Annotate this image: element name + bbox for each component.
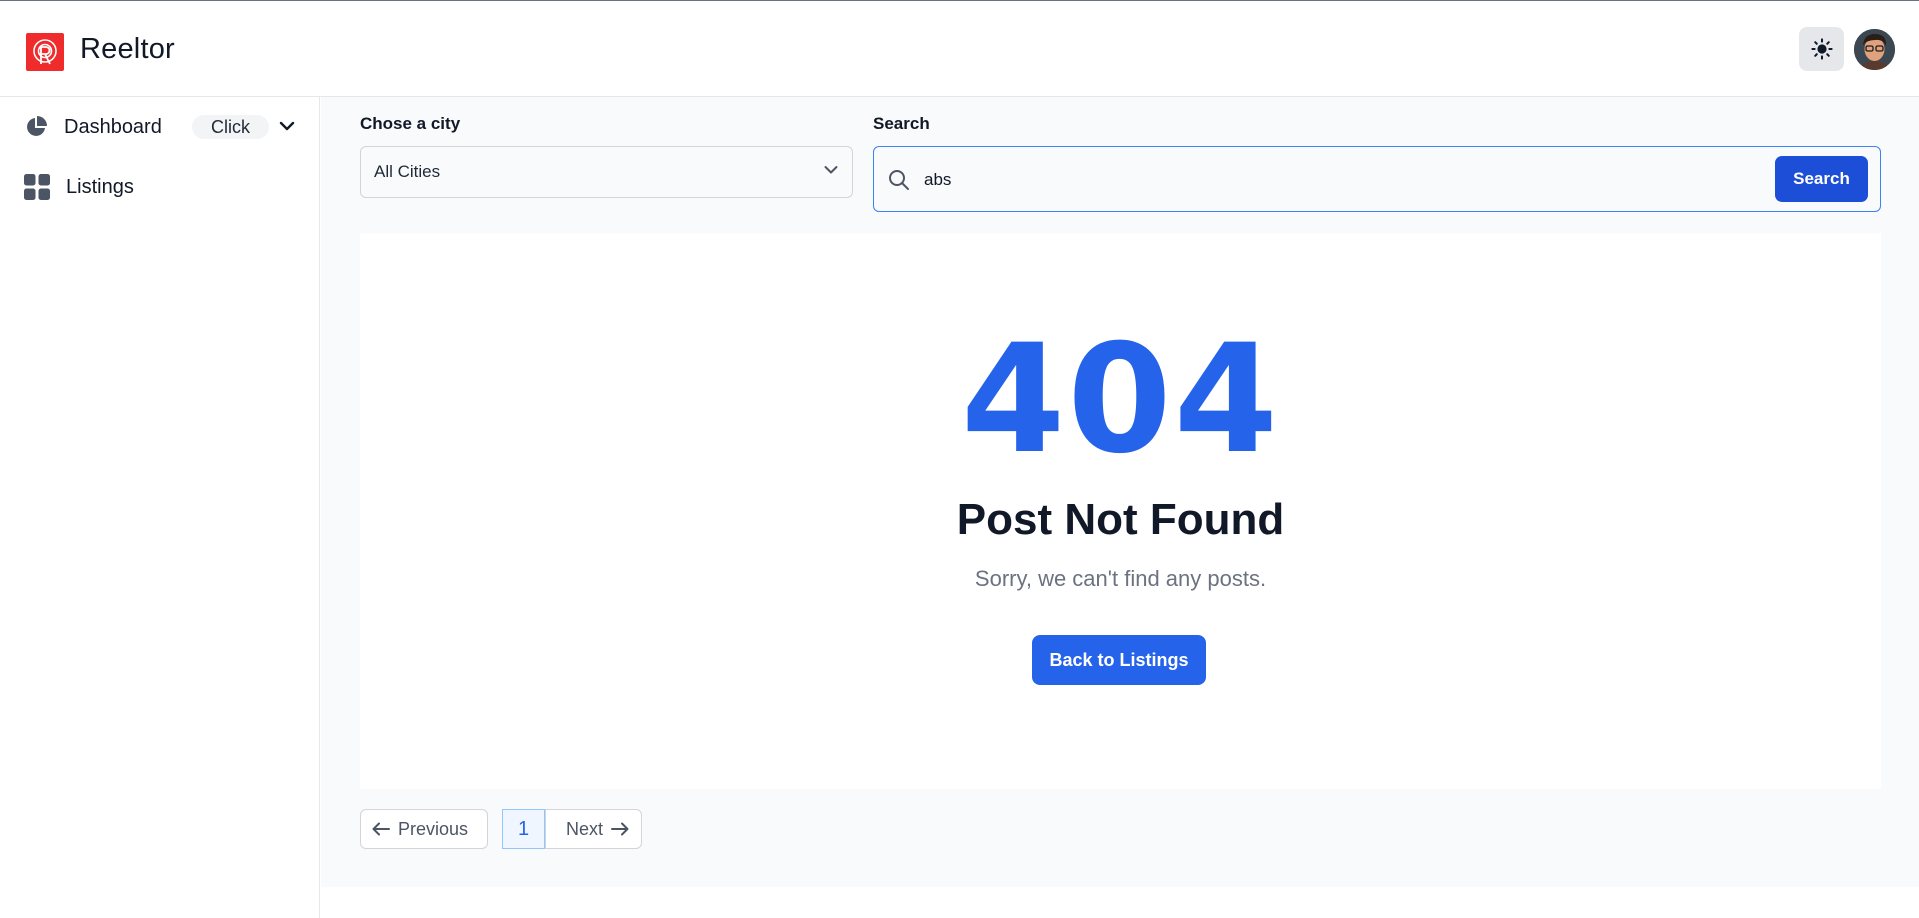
- pie-chart-icon: [27, 116, 47, 136]
- search-box: Search: [873, 146, 1881, 212]
- empty-state-message: Sorry, we can't find any posts.: [974, 566, 1267, 591]
- previous-label: Previous: [397, 818, 469, 839]
- empty-state-card: 404 Post Not Found Sorry, we can't find …: [360, 233, 1881, 789]
- sun-icon: [1810, 38, 1833, 60]
- chevron-down-icon: [824, 166, 838, 174]
- sidebar-item-dashboard[interactable]: Dashboard: [24, 113, 320, 141]
- sidebar-item-label: Listings: [66, 175, 134, 198]
- arrow-right-icon: [611, 822, 629, 836]
- search-button[interactable]: Search: [1775, 156, 1868, 202]
- grid-icon: [24, 174, 50, 200]
- sidebar-item-label: Dashboard: [64, 115, 162, 138]
- empty-state-title: Post Not Found: [956, 495, 1285, 544]
- brand-name[interactable]: Reeltor: [80, 33, 175, 66]
- dashboard-badge: Click: [192, 115, 269, 139]
- next-page-button[interactable]: Next: [545, 809, 642, 849]
- error-code: 404: [960, 313, 1281, 487]
- city-select-value: All Cities: [374, 162, 441, 181]
- arrow-left-icon: [372, 822, 390, 836]
- sidebar: Dashboard Click Listings: [0, 97, 320, 918]
- search-icon: [889, 170, 909, 190]
- city-label: Chose a city: [360, 114, 461, 133]
- next-label: Next: [565, 818, 603, 839]
- page-number-button[interactable]: 1: [502, 809, 545, 849]
- previous-page-button[interactable]: Previous: [360, 809, 488, 849]
- user-avatar[interactable]: [1854, 29, 1895, 70]
- search-label: Search: [873, 114, 930, 133]
- top-bar: Reeltor: [0, 0, 1919, 97]
- city-select[interactable]: All Cities: [360, 146, 853, 198]
- back-to-listings-button[interactable]: Back to Listings: [1032, 635, 1206, 685]
- sidebar-item-listings[interactable]: Listings: [24, 173, 134, 201]
- main-content: Chose a city All Cities Search Search 40…: [321, 97, 1919, 887]
- search-input[interactable]: [924, 165, 1744, 195]
- theme-toggle-button[interactable]: [1799, 27, 1844, 71]
- reeltor-logo-icon[interactable]: [26, 33, 64, 71]
- chevron-down-icon[interactable]: [279, 119, 295, 137]
